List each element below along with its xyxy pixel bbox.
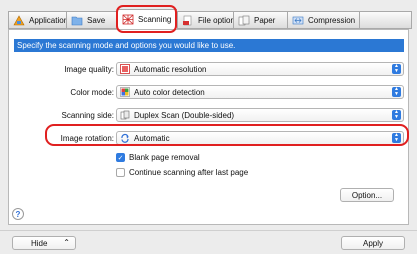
- color-mode-select[interactable]: Auto color detection ▲ ▼: [116, 85, 404, 99]
- duplex-icon: [120, 110, 130, 120]
- image-rotation-label: Image rotation:: [60, 134, 114, 143]
- tab-compression[interactable]: Compression: [287, 11, 359, 29]
- paper-icon: [238, 15, 250, 26]
- chevron-up-down-icon: ▲ ▼: [392, 110, 401, 120]
- continue-scanning-label: Continue scanning after last page: [129, 168, 249, 177]
- image-rotation-value: Automatic: [134, 133, 170, 143]
- tab-scanning[interactable]: Scanning: [117, 9, 177, 29]
- checkmark-icon: ✓: [116, 153, 125, 162]
- checkbox-empty-icon: [116, 168, 125, 177]
- file-option-icon: [182, 15, 194, 26]
- scanning-icon: [122, 14, 134, 25]
- scansnap-settings-window: Application Save Scanning File option Pa…: [0, 0, 417, 254]
- scanning-side-select[interactable]: Duplex Scan (Double-sided) ▲ ▼: [116, 108, 404, 122]
- color-mode-value: Auto color detection: [134, 87, 205, 97]
- footer-bar: Hide ⌃ Apply: [0, 230, 417, 254]
- tab-spacer: [359, 11, 412, 29]
- image-rotation-select[interactable]: Automatic ▲ ▼: [116, 131, 404, 145]
- image-quality-value: Automatic resolution: [134, 64, 207, 74]
- apply-button[interactable]: Apply: [341, 236, 405, 250]
- scanning-side-value: Duplex Scan (Double-sided): [134, 110, 235, 120]
- image-quality-label: Image quality:: [64, 65, 114, 74]
- hide-label: Hide: [31, 238, 48, 248]
- hide-button[interactable]: Hide ⌃: [12, 236, 76, 250]
- chevron-up-down-icon: ▲ ▼: [392, 133, 401, 143]
- help-icon[interactable]: ?: [12, 208, 24, 220]
- blank-page-removal-label: Blank page removal: [129, 153, 200, 162]
- chevron-up-down-icon: ▲ ▼: [392, 64, 401, 74]
- tab-paper[interactable]: Paper: [233, 11, 287, 29]
- tab-label: Save: [87, 15, 106, 25]
- color-mode-icon: [120, 87, 130, 97]
- color-mode-label: Color mode:: [70, 88, 114, 97]
- image-quality-icon: [120, 64, 130, 74]
- tab-application[interactable]: Application: [8, 11, 69, 29]
- tab-label: Application: [29, 15, 69, 25]
- rotation-icon: [120, 133, 130, 143]
- tab-label: Compression: [308, 15, 356, 25]
- image-quality-select[interactable]: Automatic resolution ▲ ▼: [116, 62, 404, 76]
- blank-page-removal-checkbox[interactable]: ✓ Blank page removal: [116, 153, 200, 162]
- tab-bar: Application Save Scanning File option Pa…: [8, 9, 412, 29]
- application-icon: [13, 14, 25, 26]
- tab-label: File option: [198, 15, 235, 25]
- chevron-up-down-icon: ▲ ▼: [392, 87, 401, 97]
- scanning-side-label: Scanning side:: [61, 111, 114, 120]
- tab-label: Paper: [254, 15, 276, 25]
- chevron-up-icon: ⌃: [63, 238, 70, 247]
- tab-file-option[interactable]: File option: [177, 11, 235, 29]
- option-button[interactable]: Option...: [340, 188, 394, 202]
- instruction-banner: Specify the scanning mode and options yo…: [14, 39, 404, 52]
- tab-save[interactable]: Save: [66, 11, 117, 29]
- scanning-settings-panel: Specify the scanning mode and options yo…: [8, 29, 409, 225]
- continue-scanning-checkbox[interactable]: Continue scanning after last page: [116, 168, 248, 177]
- tab-label: Scanning: [138, 14, 172, 24]
- save-folder-icon: [71, 15, 83, 26]
- compression-icon: [292, 15, 304, 26]
